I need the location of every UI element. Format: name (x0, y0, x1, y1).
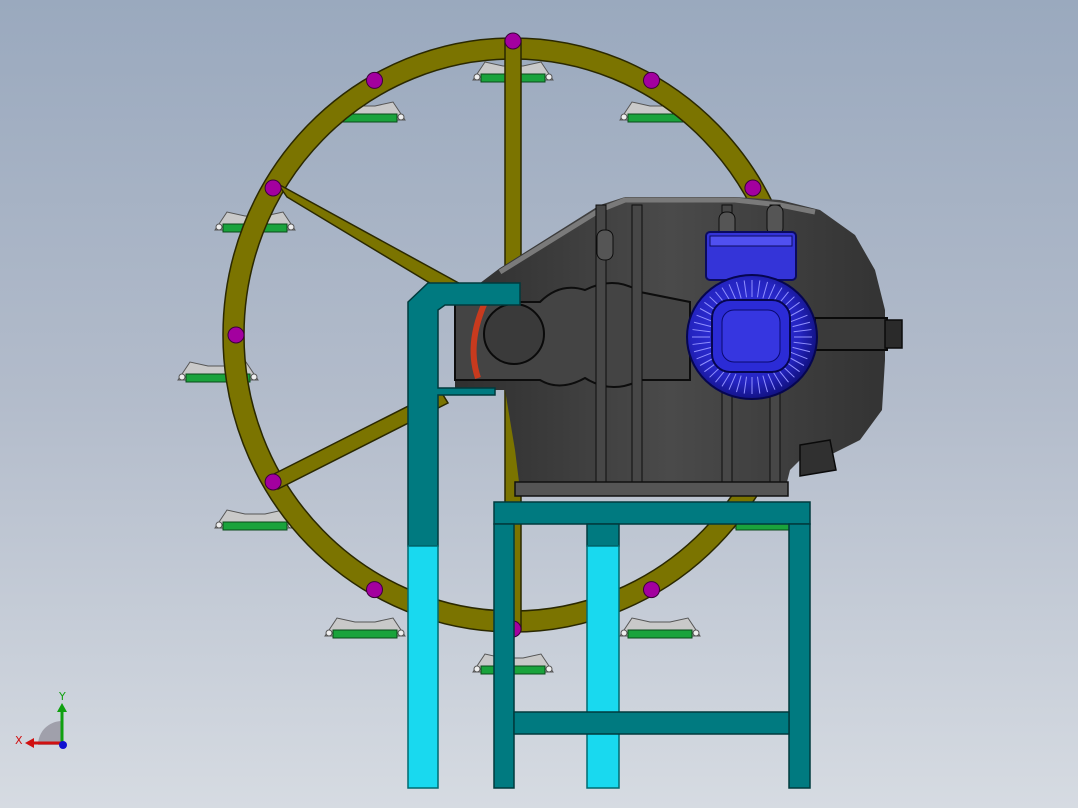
paddle-bolt-hole (620, 629, 628, 637)
paddle-bolt-hole (215, 223, 223, 231)
frame-left-column-lower (407, 545, 439, 789)
lifting-lug (596, 229, 614, 261)
wheel-bolt (643, 581, 660, 599)
gearbox-rib (631, 204, 643, 486)
motor-terminal-lid (709, 235, 793, 247)
paddle (324, 617, 406, 639)
wheel-bolt (643, 71, 660, 89)
wheel-bolt (264, 473, 282, 491)
paddle-plate (627, 629, 693, 639)
stand-leg-right (788, 523, 811, 789)
gearbox-shaft-boss (483, 303, 545, 365)
wheel-bolt (366, 71, 383, 89)
gearbox-output-shaft (884, 319, 903, 349)
stand-center-post-lower (586, 545, 620, 789)
paddle (619, 617, 701, 639)
paddle-bolt-hole (397, 629, 405, 637)
wheel-bolt (744, 179, 762, 197)
gearbox (454, 197, 903, 497)
paddle-bolt-hole (178, 373, 186, 381)
stand-top-beam (493, 501, 811, 525)
motor-end-cap-inner (721, 309, 781, 363)
stand-center-post-upper (586, 523, 620, 547)
paddle-bolt-hole (215, 521, 223, 529)
stand-cross-beam (513, 711, 790, 735)
gearbox-base (514, 481, 789, 497)
wheel-bolt (227, 326, 245, 344)
gearbox-output-flange (814, 317, 888, 351)
cad-viewport[interactable]: Y X (0, 0, 1078, 808)
wheel-bolt (264, 179, 282, 197)
paddle-bolt-hole (250, 373, 258, 381)
paddle-bolt-hole (473, 665, 481, 673)
x-axis-label: X (15, 734, 23, 747)
paddle-bolt-hole (473, 73, 481, 81)
paddle-bolt-hole (620, 113, 628, 121)
water-wheel-assembly-model[interactable] (0, 0, 1078, 808)
paddle-bolt-hole (545, 73, 553, 81)
stand-leg-left (493, 523, 515, 789)
gearbox-side-cover (799, 439, 837, 477)
paddle-bolt-hole (325, 629, 333, 637)
lifting-lug (766, 204, 784, 236)
wheel-bolt (504, 32, 522, 50)
y-axis-label: Y (58, 690, 66, 703)
paddle-bolt-hole (287, 223, 295, 231)
paddle-bolt-hole (692, 629, 700, 637)
paddle-plate (222, 521, 288, 531)
wheel-bolt (366, 581, 383, 599)
z-axis-dot (59, 741, 67, 749)
paddle-bolt-hole (397, 113, 405, 121)
paddle-bolt-hole (545, 665, 553, 673)
paddle-plate (332, 629, 398, 639)
